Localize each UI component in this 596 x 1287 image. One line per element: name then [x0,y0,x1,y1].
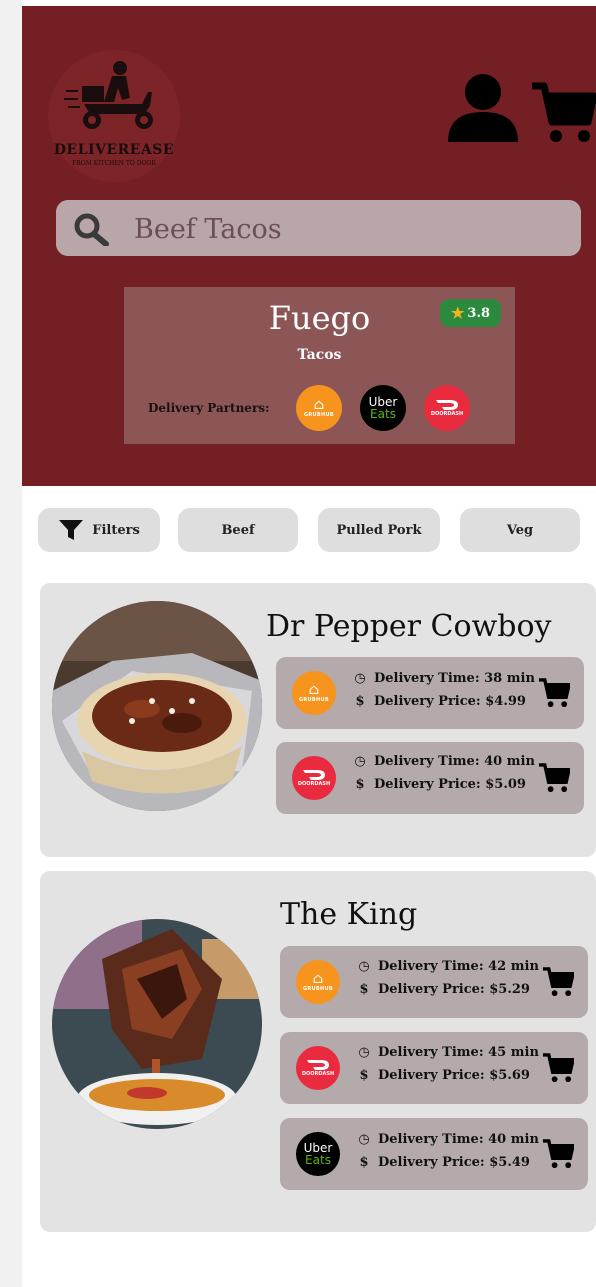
filters-button[interactable]: Filters [38,508,160,552]
item-name: Dr Pepper Cowboy [266,609,552,644]
doordash-logo[interactable]: DOORDASH [424,385,470,431]
rating-badge: ★ 3.8 [440,299,501,327]
scooter-icon [64,61,153,129]
search-bar[interactable] [56,200,581,256]
chip-beef[interactable]: Beef [178,508,298,552]
dollar-icon: $ [359,1155,369,1170]
restaurant-category: Tacos [297,347,342,363]
item-photo [52,919,262,1129]
brand-name: DELIVEREASE [53,142,175,158]
delivery-price: $ Delivery Price: $4.99 [352,694,526,709]
search-icon [72,212,112,250]
doordash-logo: DOORDASH [296,1046,340,1090]
clock-icon: ◷ [358,1045,370,1060]
grubhub-logo: ⌂ GRUBHUB [296,960,340,1004]
star-icon: ★ [450,304,465,322]
grubhub-logo: ⌂ GRUBHUB [292,671,336,715]
delivery-price: $ Delivery Price: $5.09 [352,777,526,792]
delivery-partners-label: Delivery Partners: [148,401,270,415]
add-to-cart-icon[interactable] [542,966,576,1002]
doordash-logo: DOORDASH [292,756,336,800]
delivery-time: ◷ Delivery Time: 40 min [352,754,535,769]
delivery-price: $ Delivery Price: $5.69 [356,1068,530,1083]
chip-pulled-pork[interactable]: Pulled Pork [318,508,440,552]
dollar-icon: $ [359,982,369,997]
doordash-icon [307,1060,329,1070]
add-to-cart-icon[interactable] [538,762,572,798]
chip-veg[interactable]: Veg [460,508,580,552]
grubhub-icon: ⌂ [313,397,325,413]
grubhub-icon: ⌂ [308,682,320,698]
ubereats-logo: Uber Eats [296,1132,340,1176]
ubereats-logo[interactable]: Uber Eats [360,385,406,431]
delivery-time: ◷ Delivery Time: 45 min [356,1045,539,1060]
offer-row[interactable]: DOORDASH ◷ Delivery Time: 45 min $ Deliv… [280,1032,588,1104]
search-input[interactable] [132,208,566,250]
delivery-time: ◷ Delivery Time: 38 min [352,671,535,686]
cart-icon [532,82,596,142]
offer-row[interactable]: DOORDASH ◷ Delivery Time: 40 min $ Deliv… [276,742,584,814]
add-to-cart-icon[interactable] [542,1052,576,1088]
dollar-icon: $ [355,694,365,709]
filter-icon [59,520,84,540]
clock-icon: ◷ [354,754,366,769]
brand-logo[interactable]: DELIVEREASE FROM KITCHEN TO DOOR [48,50,180,182]
clock-icon: ◷ [358,1132,370,1147]
item-photo [52,601,262,811]
offer-row[interactable]: Uber Eats ◷ Delivery Time: 40 min $ Deli… [280,1118,588,1190]
doordash-icon [303,770,325,780]
add-to-cart-icon[interactable] [538,677,572,713]
rating-value: 3.8 [467,305,491,321]
restaurant-card[interactable]: Fuego Tacos ★ 3.8 Delivery Partners: ⌂ G… [124,287,515,444]
clock-icon: ◷ [358,959,370,974]
item-name: The King [280,897,418,932]
add-to-cart-icon[interactable] [542,1138,576,1174]
cart-button[interactable] [530,80,596,146]
delivery-time: ◷ Delivery Time: 40 min [356,1132,539,1147]
offer-row[interactable]: ⌂ GRUBHUB ◷ Delivery Time: 38 min $ Deli… [276,657,584,729]
left-gutter [0,0,22,1287]
brand-tagline: FROM KITCHEN TO DOOR [72,160,156,167]
menu-item-card[interactable]: The King ⌂ GRUBHUB ◷ Delivery Time: 42 m… [40,871,596,1232]
grubhub-logo[interactable]: ⌂ GRUBHUB [296,385,342,431]
doordash-icon [436,400,458,410]
grubhub-icon: ⌂ [312,971,324,987]
profile-button[interactable] [444,72,522,144]
delivery-price: $ Delivery Price: $5.29 [356,982,530,997]
filter-chips: Filters Beef Pulled Pork Veg [38,508,588,552]
delivery-price: $ Delivery Price: $5.49 [356,1155,530,1170]
menu-item-card[interactable]: Dr Pepper Cowboy ⌂ GRUBHUB ◷ Delivery Ti… [40,583,596,857]
clock-icon: ◷ [354,671,366,686]
user-icon [448,74,518,142]
dollar-icon: $ [355,777,365,792]
offer-row[interactable]: ⌂ GRUBHUB ◷ Delivery Time: 42 min $ Deli… [280,946,588,1018]
dollar-icon: $ [359,1068,369,1083]
delivery-time: ◷ Delivery Time: 42 min [356,959,539,974]
